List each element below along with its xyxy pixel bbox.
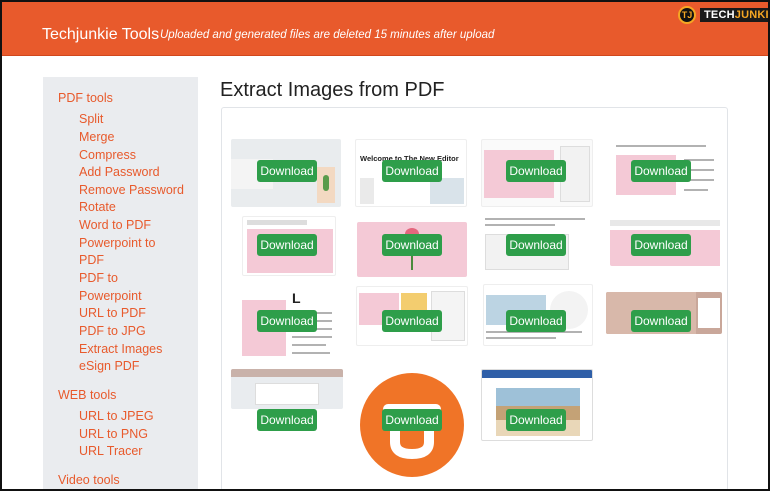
tools-sidebar: PDF tools Split Merge Compress Add Passw… [43, 77, 198, 489]
sidebar-section-video-tools[interactable]: Video tools [58, 473, 120, 487]
download-button-7[interactable]: Download [506, 234, 566, 256]
download-button-8[interactable]: Download [631, 234, 691, 256]
browser-frame: Techjunkie Tools Uploaded and generated … [0, 0, 770, 491]
sidebar-item-add-password[interactable]: Add Password [79, 165, 160, 179]
download-button-1[interactable]: Download [257, 160, 317, 182]
download-button-6[interactable]: Download [382, 234, 442, 256]
sidebar-item-esign-pdf[interactable]: eSign PDF [79, 359, 139, 373]
page-title: Extract Images from PDF [220, 79, 445, 101]
sidebar-item-url-tracer[interactable]: URL Tracer [79, 444, 142, 458]
sidebar-item-url-to-png[interactable]: URL to PNG [79, 427, 148, 441]
sidebar-item-extract-images[interactable]: Extract Images [79, 342, 162, 356]
sidebar-item-remove-password[interactable]: Remove Password [79, 183, 184, 197]
watermark-text: TECHJUNKIE [700, 8, 768, 22]
sidebar-item-word-to-pdf[interactable]: Word to PDF [79, 218, 151, 232]
sidebar-section-pdf-tools[interactable]: PDF tools [58, 91, 113, 105]
sidebar-item-pdf-to-jpg[interactable]: PDF to JPG [79, 324, 146, 338]
download-button-14[interactable]: Download [382, 409, 442, 431]
download-button-10[interactable]: Download [382, 310, 442, 332]
sidebar-section-web-tools[interactable]: WEB tools [58, 388, 116, 402]
sidebar-item-rotate[interactable]: Rotate [79, 200, 116, 214]
download-button-12[interactable]: Download [631, 310, 691, 332]
tj-logo-icon: TJ [678, 6, 696, 24]
download-button-13[interactable]: Download [257, 409, 317, 431]
sidebar-item-merge[interactable]: Merge [79, 130, 114, 144]
image-thumbnail-13 [231, 369, 343, 409]
download-button-3[interactable]: Download [506, 160, 566, 182]
download-button-5[interactable]: Download [257, 234, 317, 256]
app-header: Techjunkie Tools Uploaded and generated … [2, 2, 768, 56]
download-button-2[interactable]: Download [382, 160, 442, 182]
techjunkie-watermark: TJ TECHJUNKIE [678, 6, 768, 24]
sidebar-item-url-to-jpeg[interactable]: URL to JPEG [79, 409, 154, 423]
brand-title[interactable]: Techjunkie Tools [42, 26, 159, 44]
download-button-15[interactable]: Download [506, 409, 566, 431]
header-tagline: Uploaded and generated files are deleted… [160, 29, 495, 41]
sidebar-item-pdf-to-powerpoint-line2[interactable]: Powerpoint [79, 289, 142, 303]
download-button-9[interactable]: Download [257, 310, 317, 332]
download-button-4[interactable]: Download [631, 160, 691, 182]
sidebar-item-pdf-to-powerpoint[interactable]: PDF to [79, 271, 118, 285]
sidebar-item-powerpoint-to-pdf[interactable]: Powerpoint to [79, 236, 155, 250]
download-button-11[interactable]: Download [506, 310, 566, 332]
sidebar-item-split[interactable]: Split [79, 112, 103, 126]
sidebar-item-powerpoint-to-pdf-line2[interactable]: PDF [79, 253, 104, 267]
sidebar-item-compress[interactable]: Compress [79, 148, 136, 162]
sidebar-item-url-to-pdf[interactable]: URL to PDF [79, 306, 146, 320]
